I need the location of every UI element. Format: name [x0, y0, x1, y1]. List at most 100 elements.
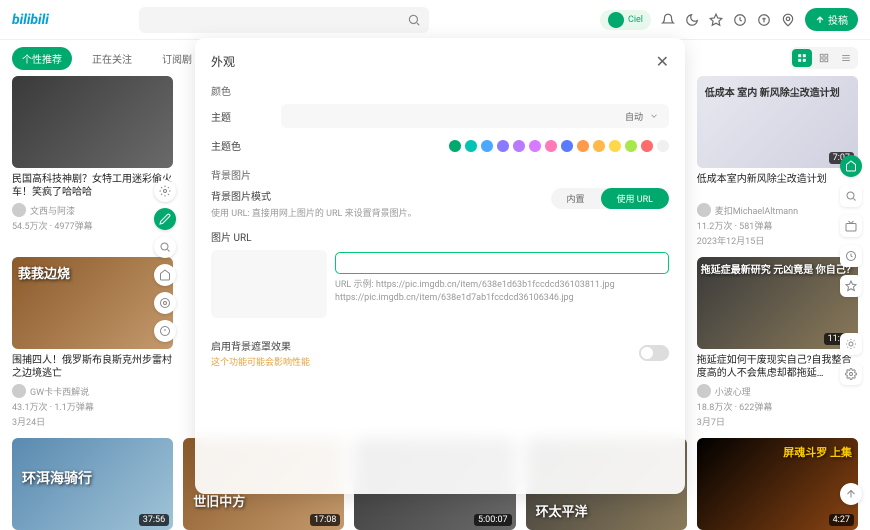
view-list-button[interactable]: [836, 49, 856, 67]
right-sun-button[interactable]: [840, 333, 862, 355]
theme-value: 自动: [625, 110, 643, 123]
coin-icon[interactable]: [757, 13, 771, 27]
tab-recommend[interactable]: 个性推荐: [12, 47, 72, 70]
clock-icon[interactable]: [733, 13, 747, 27]
card-stats: 43.1万次 · 1.1万弹幕: [12, 400, 173, 413]
close-button[interactable]: ✕: [656, 52, 669, 71]
view-grid2-button[interactable]: [814, 49, 834, 67]
color-dot[interactable]: [593, 140, 605, 152]
section-bg: 背景图片: [211, 167, 669, 182]
modal-title: 外观: [211, 53, 235, 70]
color-dot[interactable]: [657, 140, 669, 152]
right-home-button[interactable]: [840, 155, 862, 177]
upload-label: 投稿: [828, 12, 848, 27]
url-input[interactable]: [335, 252, 669, 274]
upload-icon: [815, 15, 825, 25]
color-dot[interactable]: [481, 140, 493, 152]
color-dot[interactable]: [577, 140, 589, 152]
location-icon[interactable]: [781, 13, 795, 27]
header: bilibili Ciel 投稿: [0, 0, 870, 40]
side-home-button[interactable]: [154, 264, 176, 286]
video-card[interactable]: 莪莪边烧 围捕四人！俄罗斯布良斯克州步雷村之边境逃亡 GW卡卡西解说 43.1万…: [12, 257, 173, 428]
card-date: 3月7日: [697, 415, 858, 428]
bg-mode-desc: 使用 URL: 直接用网上图片的 URL 来设置背景图片。: [211, 206, 551, 219]
side-link-button[interactable]: [154, 292, 176, 314]
appearance-modal: 外观 ✕ 颜色 主题 自动 主题色 背景图片 背景图片模式 使用 URL: 直接…: [195, 38, 685, 494]
color-dot[interactable]: [625, 140, 637, 152]
search-input[interactable]: [139, 7, 429, 33]
duration-badge: 37:56: [139, 514, 169, 526]
avatar-name: Ciel: [628, 15, 643, 25]
bg-mode-label: 背景图片模式: [211, 188, 551, 203]
right-search-button[interactable]: [840, 185, 862, 207]
sidebar-left: [154, 180, 176, 342]
bell-icon[interactable]: [661, 13, 675, 27]
bg-mode-builtin[interactable]: 内置: [551, 188, 601, 209]
color-dot[interactable]: [641, 140, 653, 152]
avatar[interactable]: Ciel: [600, 10, 651, 30]
card-title: 民国高科技神剧？女特工用迷彩偷火车！笑疯了哈哈哈: [12, 173, 173, 199]
right-tv-button[interactable]: [840, 215, 862, 237]
color-dot[interactable]: [561, 140, 573, 152]
right-settings-button[interactable]: [840, 363, 862, 385]
scroll-top-button[interactable]: [840, 483, 862, 505]
view-grid-button[interactable]: [792, 49, 812, 67]
thumb-overlay: 低成本 室内 新风除尘改造计划: [705, 84, 840, 99]
card-title: 围捕四人！俄罗斯布良斯克州步雷村之边境逃亡: [12, 354, 173, 380]
card-date: 3月24日: [12, 415, 173, 428]
card-stats: 11.2万次 · 581弹幕: [697, 219, 858, 232]
thumb-overlay: 拖延症最新研究 元凶竟是 你自己?: [701, 261, 851, 276]
theme-color-label: 主题色: [211, 138, 281, 153]
thumbnail: 屏魂斗罗 上集 4:27: [697, 438, 858, 530]
color-dot[interactable]: [449, 140, 461, 152]
sidebar-right: [840, 155, 862, 385]
author-avatar: [12, 384, 26, 398]
logo[interactable]: bilibili: [12, 12, 49, 28]
thumbnail: 低成本 室内 新风除尘改造计划 7:07: [697, 76, 858, 168]
thumb-overlay: 环洱海骑行: [22, 468, 92, 488]
color-dot[interactable]: [545, 140, 557, 152]
moon-icon[interactable]: [685, 13, 699, 27]
side-edit-button[interactable]: [154, 208, 176, 230]
bg-preview: [211, 250, 327, 318]
section-color: 颜色: [211, 83, 669, 98]
bg-mode-toggle: 内置 使用 URL: [551, 188, 669, 209]
right-star-button[interactable]: [840, 275, 862, 297]
color-dot[interactable]: [529, 140, 541, 152]
star-icon[interactable]: [709, 13, 723, 27]
side-info-button[interactable]: [154, 320, 176, 342]
right-clock-button[interactable]: [840, 245, 862, 267]
color-dot[interactable]: [497, 140, 509, 152]
bg-mode-url[interactable]: 使用 URL: [601, 188, 669, 209]
tab-following[interactable]: 正在关注: [82, 47, 142, 70]
card-date: 2023年12月15日: [697, 234, 858, 247]
color-dot[interactable]: [465, 140, 477, 152]
avatar-icon: [608, 12, 624, 28]
theme-select[interactable]: 自动: [281, 104, 669, 128]
video-card[interactable]: 屏魂斗罗 上集 4:27: [697, 438, 858, 530]
color-palette: [449, 140, 669, 152]
side-gear-button[interactable]: [154, 180, 176, 202]
mask-switch[interactable]: [639, 345, 669, 361]
card-title: 低成本室内新风除尘改造计划: [697, 173, 858, 199]
video-card[interactable]: 低成本 室内 新风除尘改造计划 7:07 低成本室内新风除尘改造计划 麦扣Mic…: [697, 76, 858, 247]
search-icon: [407, 13, 421, 27]
thumbnail: 环洱海骑行 37:56: [12, 438, 173, 530]
color-dot[interactable]: [513, 140, 525, 152]
duration-badge: 5:00:07: [474, 514, 512, 526]
side-search-button[interactable]: [154, 236, 176, 258]
video-card[interactable]: 环洱海骑行 37:56: [12, 438, 173, 530]
view-toggle: [790, 47, 858, 69]
upload-button[interactable]: 投稿: [805, 8, 858, 31]
card-title: 拖延症如何干废现实自己?自我整合度高的人不会焦虑却都拖延…: [697, 354, 858, 380]
video-card[interactable]: 民国高科技神剧？女特工用迷彩偷火车！笑疯了哈哈哈 文西与阿漆 54.5万次 · …: [12, 76, 173, 247]
card-stats: 54.5万次 · 4977弹幕: [12, 219, 173, 232]
chevron-down-icon: [649, 111, 659, 121]
author-name: 小波心理: [715, 385, 751, 398]
video-card[interactable]: 拖延症最新研究 元凶竟是 你自己? 11:40 拖延症如何干废现实自己?自我整合…: [697, 257, 858, 428]
mask-warn: 这个功能可能会影响性能: [211, 355, 310, 368]
author-name: GW卡卡西解说: [30, 385, 89, 398]
color-dot[interactable]: [609, 140, 621, 152]
url-hint2: https://pic.imgdb.cn/item/638e1d7ab1fccd…: [335, 292, 669, 305]
duration-badge: 17:08: [310, 514, 340, 526]
